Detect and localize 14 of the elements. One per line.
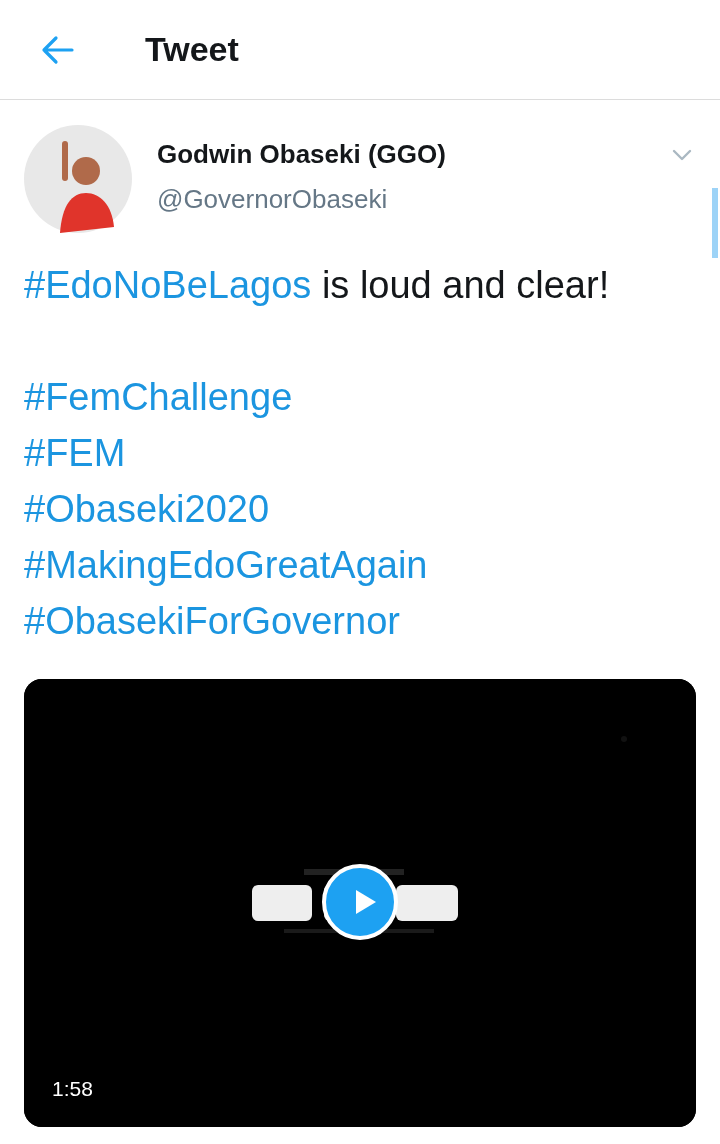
hashtag-link[interactable]: #MakingEdoGreatAgain [24,544,428,586]
avatar-icon[interactable] [24,125,132,233]
hashtag-link[interactable]: #FemChallenge [24,376,293,418]
screen-title: Tweet [145,30,239,69]
hashtag-link[interactable]: #EdoNoBeLagos [24,264,312,306]
hashtag-link[interactable]: #ObasekiForGovernor [24,600,400,642]
scroll-indicator [712,188,718,258]
hashtag-link[interactable]: #Obaseki2020 [24,488,270,530]
video-duration: 1:58 [52,1077,93,1101]
back-arrow-icon[interactable] [40,34,74,65]
hashtag-link[interactable]: #FEM [24,432,126,474]
tweet-text: is loud and clear! [320,264,610,306]
author-name[interactable]: Godwin Obaseki (GGO) [157,139,446,170]
author-handle[interactable]: @GovernorObaseki [157,184,388,215]
